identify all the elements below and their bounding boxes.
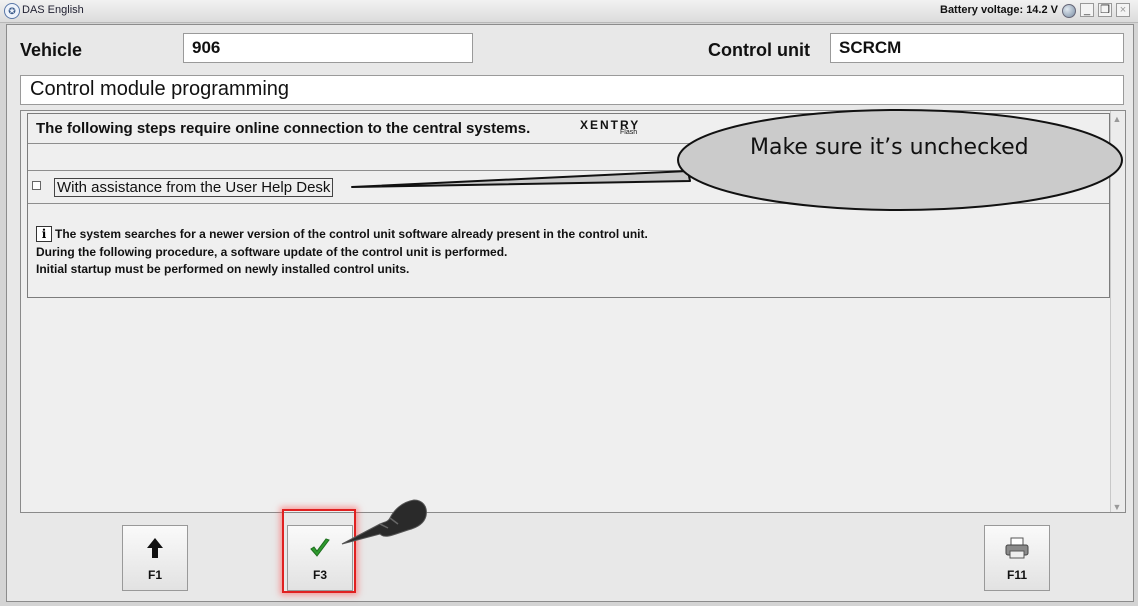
divider [28,203,1109,204]
info-text-line: During the following procedure, a softwa… [36,245,508,259]
page-title: Control module programming [20,75,1124,105]
f11-print-button[interactable]: F11 [984,525,1050,591]
battery-voltage: Battery voltage: 14.2 V [940,4,1058,16]
mercedes-logo-icon: ✪ [4,3,20,19]
help-desk-checkbox-label[interactable]: With assistance from the User Help Desk [54,178,334,197]
divider [28,170,1109,171]
printer-icon [985,536,1049,566]
xentry-logo-subtext: Flash [620,129,638,136]
restore-button[interactable]: ❒ [1098,3,1112,17]
info-icon: i [36,226,52,242]
f1-back-button[interactable]: F1 [122,525,188,591]
scroll-up-icon[interactable]: ▲ [1112,114,1122,124]
control-unit-field: SCRCM [830,33,1124,63]
vertical-scrollbar[interactable] [1110,111,1125,512]
arrow-up-icon [123,536,187,566]
battery-status-icon [1062,4,1076,18]
callout-text: Make sure it’s unchecked [750,135,1029,160]
vehicle-field: 906 [183,33,473,63]
info-text-line: Initial startup must be performed on new… [36,262,410,276]
control-unit-label: Control unit [708,40,810,60]
close-button[interactable]: × [1116,3,1130,17]
title-bar: ✪ DAS English Battery voltage: 14.2 V _ … [0,0,1138,23]
scroll-down-icon[interactable]: ▼ [1112,502,1122,512]
f1-key-label: F1 [147,568,162,582]
minimize-button[interactable]: _ [1080,3,1094,17]
pointing-hand-icon [341,499,427,545]
f11-key-label: F11 [1006,568,1027,582]
window-title: DAS English [22,4,84,16]
online-connection-notice: The following steps require online conne… [36,120,531,137]
help-desk-checkbox[interactable] [32,181,41,190]
info-text-line: The system searches for a newer version … [55,227,648,241]
f3-key-label: F3 [312,568,327,582]
xentry-flash-logo: XENTRY Flash [580,116,640,136]
vehicle-label: Vehicle [20,40,83,60]
